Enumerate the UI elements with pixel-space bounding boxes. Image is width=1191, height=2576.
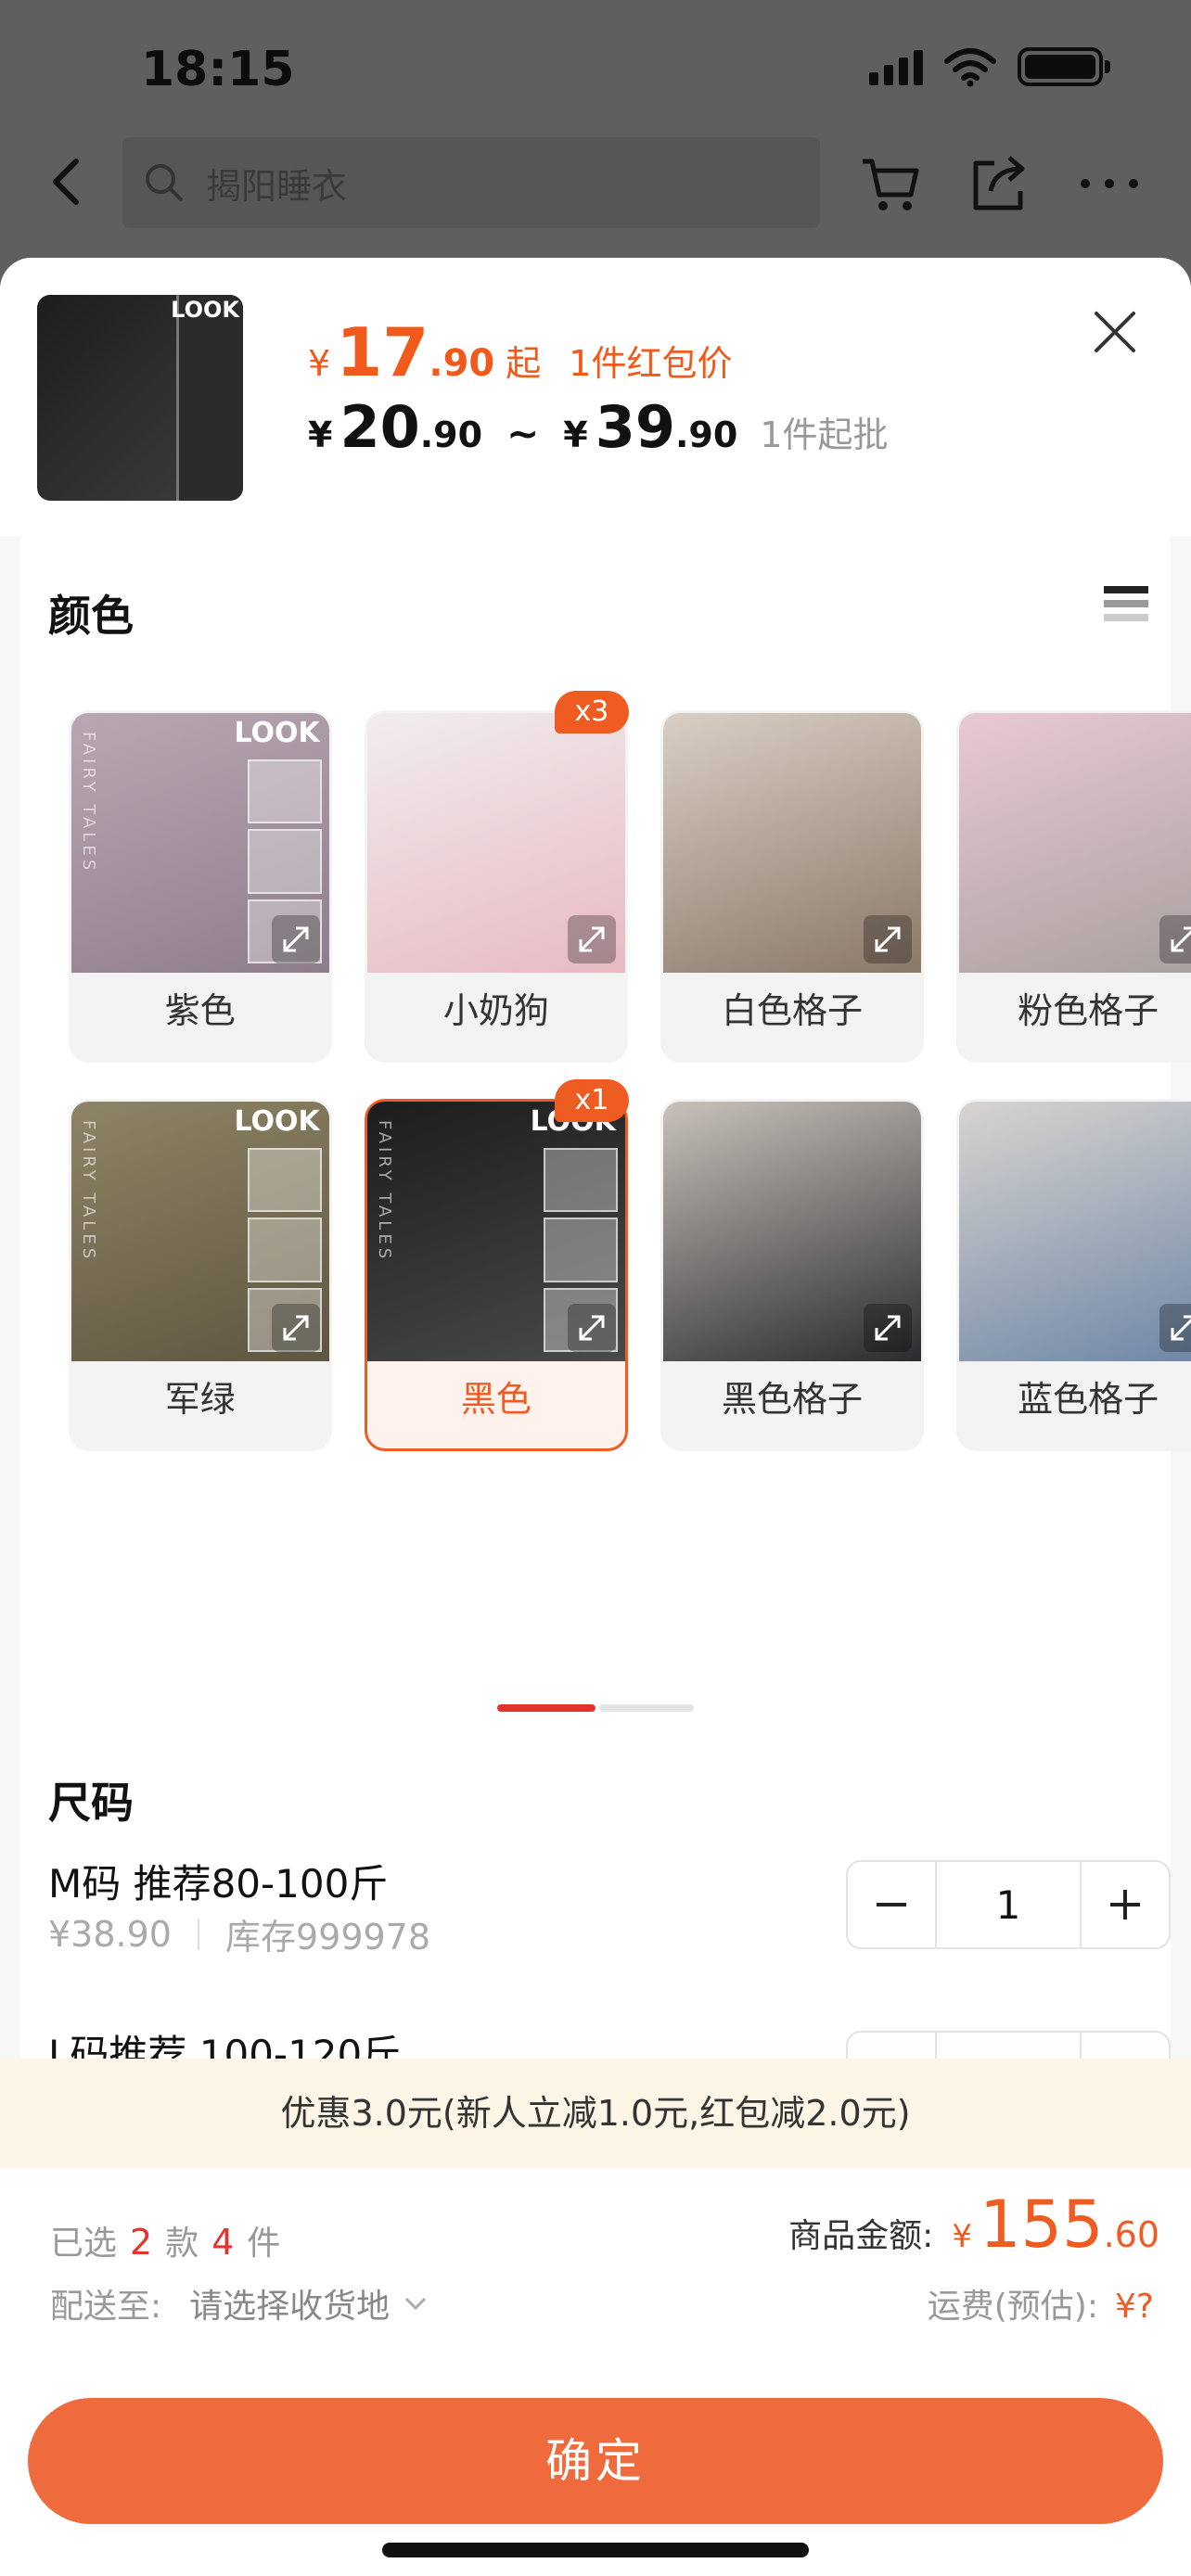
product-thumbnail[interactable]: LOOK	[37, 295, 243, 501]
delivery-address-selector[interactable]: 配送至: 请选择收货地	[50, 2279, 429, 2327]
vertical-brand-text: FAIRY TALES	[78, 732, 98, 874]
swatch-pager	[497, 1704, 694, 1712]
pager-active	[497, 1704, 596, 1712]
status-time: 18:15	[141, 42, 295, 97]
price-range: ¥ 20 .90 ~ ¥ 39 .90 1件起批	[308, 393, 889, 461]
size-section-title: 尺码	[48, 1778, 134, 1828]
expand-icon[interactable]	[864, 1304, 912, 1353]
options-card: 颜色 FAIRY TALES LOOK 紫色 小奶狗 x3 白色格子 粉色格子 FAIRY T…	[20, 536, 1191, 2326]
decrement-button[interactable]	[848, 1862, 935, 1947]
size-name: M码 推荐80-100斤	[48, 1861, 389, 1906]
color-option-image	[663, 1102, 921, 1362]
expand-icon[interactable]	[1159, 1304, 1191, 1353]
search-input[interactable]: 揭阳睡衣	[122, 137, 820, 228]
size-row: M码 推荐80-100斤 ¥38.90 库存999978 1	[48, 1853, 1171, 1973]
goods-amount: 商品金额: ¥ 155 .60	[788, 2187, 1159, 2263]
color-option[interactable]: 小奶狗 x3	[364, 691, 629, 1064]
color-option-image: FAIRY TALES LOOK	[70, 1102, 329, 1362]
color-option[interactable]: 白色格子	[660, 710, 924, 1064]
confirm-button[interactable]: 确定	[28, 2398, 1163, 2524]
color-option-image: FAIRY TALES LOOK	[70, 713, 329, 974]
cart-icon[interactable]	[857, 150, 924, 217]
color-option-image	[959, 713, 1191, 974]
promo-banner: 优惠3.0元(新人立减1.0元,红包减2.0元)	[0, 2059, 1191, 2168]
color-option[interactable]: 黑色格子	[660, 1099, 924, 1452]
close-icon[interactable]	[1089, 306, 1141, 358]
red-packet-price: ¥ 17 .90 起 1件红包价	[308, 313, 733, 391]
color-option-image	[366, 713, 625, 974]
size-stock: 库存999978	[224, 1917, 431, 1958]
top-nav: 揭阳睡衣	[0, 137, 1191, 230]
freight-estimate: 运费(预估): ¥?	[927, 2288, 1154, 2326]
status-icons	[869, 46, 1110, 87]
size-price: ¥38.90	[48, 1913, 172, 1955]
sku-sheet: LOOK ¥ 17 .90 起 1件红包价 ¥ 20 .90 ~ ¥ 39 .9…	[0, 258, 1191, 2576]
quantity-badge: x1	[554, 1079, 629, 1123]
list-view-icon[interactable]	[1104, 586, 1148, 629]
color-option-label: 紫色	[164, 990, 236, 1032]
chevron-down-icon	[405, 2297, 427, 2311]
quantity-value[interactable]: 1	[935, 1862, 1082, 1947]
selected-count: 已选 2 款 4 件	[50, 2222, 281, 2263]
expand-icon[interactable]	[567, 915, 616, 964]
search-placeholder: 揭阳睡衣	[206, 165, 348, 207]
sheet-header: LOOK ¥ 17 .90 起 1件红包价 ¥ 20 .90 ~ ¥ 39 .9…	[0, 258, 1191, 536]
share-icon[interactable]	[967, 150, 1033, 217]
search-icon	[146, 164, 183, 201]
color-option[interactable]: FAIRY TALESLOOK 黑色 x1	[364, 1079, 629, 1452]
color-option[interactable]: 蓝色格子	[956, 1099, 1191, 1452]
color-option-label: 蓝色格子	[1018, 1379, 1159, 1421]
more-icon[interactable]	[1076, 150, 1143, 217]
vertical-brand-text: FAIRY TALES	[78, 1120, 98, 1263]
color-option-label: 粉色格子	[1018, 990, 1159, 1032]
expand-icon[interactable]	[864, 915, 912, 964]
color-option-label: 黑色	[460, 1379, 531, 1421]
color-option[interactable]: 粉色格子	[956, 710, 1191, 1064]
expand-icon[interactable]	[567, 1304, 616, 1353]
color-option[interactable]: FAIRY TALES LOOK 紫色	[68, 710, 332, 1064]
order-summary: 已选 2 款 4 件 商品金额: ¥ 155 .60 配送至: 请选择收货地 运费(预估…	[0, 2168, 1191, 2576]
color-option-image	[959, 1102, 1191, 1362]
color-option-label: 黑色格子	[721, 1379, 863, 1421]
color-option-image: FAIRY TALESLOOK	[366, 1102, 625, 1362]
pager-inactive	[599, 1704, 694, 1712]
battery-icon	[1018, 47, 1110, 86]
color-section-title: 颜色	[48, 591, 134, 641]
look-tag: LOOK	[234, 1105, 320, 1139]
color-option-label: 军绿	[164, 1379, 236, 1421]
expand-icon[interactable]	[271, 915, 320, 964]
color-option-label: 白色格子	[721, 990, 863, 1032]
signal-icon	[869, 48, 923, 85]
status-bar: 18:15	[0, 0, 1191, 139]
quantity-stepper[interactable]: 1	[846, 1860, 1171, 1949]
color-option-image	[663, 713, 921, 974]
color-option-label: 小奶狗	[442, 990, 549, 1032]
wifi-icon	[944, 48, 996, 87]
look-tag: LOOK	[234, 717, 320, 750]
thumb-look-tag: LOOK	[171, 297, 239, 323]
home-indicator	[382, 2543, 809, 2557]
back-arrow-icon[interactable]	[41, 154, 96, 210]
quantity-badge: x3	[554, 691, 629, 734]
expand-icon[interactable]	[1159, 915, 1191, 964]
expand-icon[interactable]	[271, 1304, 320, 1353]
vertical-brand-text: FAIRY TALES	[374, 1120, 394, 1263]
size-meta: ¥38.90 库存999978	[48, 1908, 430, 1959]
increment-button[interactable]	[1082, 1862, 1169, 1947]
color-option[interactable]: FAIRY TALES LOOK 军绿	[68, 1099, 332, 1452]
